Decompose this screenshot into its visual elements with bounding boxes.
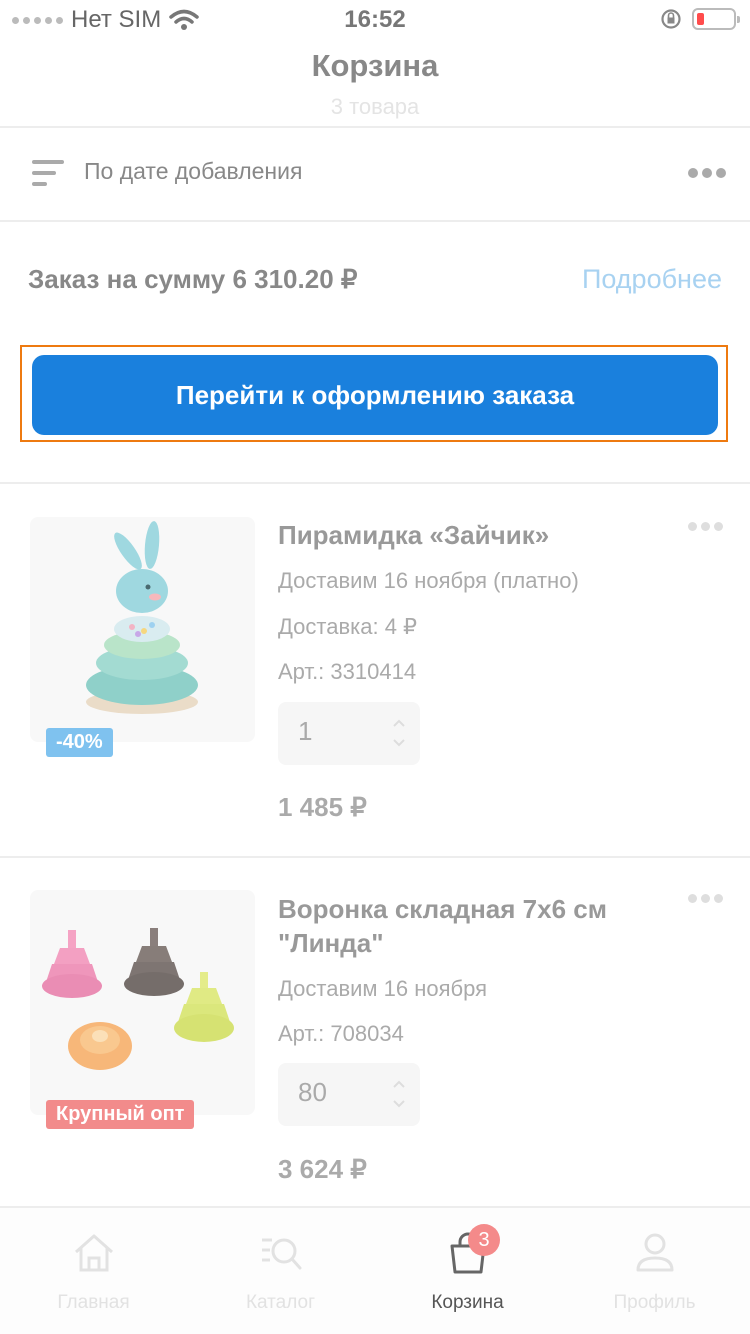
sort-divider: [0, 220, 750, 222]
discount-badge: -40%: [46, 728, 113, 757]
page-title: Корзина: [311, 48, 439, 83]
tab-home[interactable]: Главная: [0, 1208, 187, 1334]
item-more-icon[interactable]: [688, 522, 723, 531]
tab-bar: Главная Каталог 3 Корзина Профиль: [0, 1206, 750, 1334]
sort-icon: [32, 160, 66, 186]
tab-profile[interactable]: Профиль: [561, 1208, 748, 1334]
product-image[interactable]: [30, 890, 255, 1115]
chevron-down-icon[interactable]: [392, 736, 406, 750]
checkout-button[interactable]: Перейти к оформлению заказа: [32, 355, 718, 435]
cart-item: -40% Пирамидка «Зайчик» Доставим 16 нояб…: [0, 484, 750, 856]
funnels-image: [42, 928, 234, 1070]
profile-icon: [636, 1233, 674, 1272]
details-link[interactable]: Подробнее: [582, 264, 722, 295]
quantity-value: 80: [298, 1077, 327, 1107]
bunny-pyramid-image: [86, 521, 198, 714]
quantity-value: 1: [298, 716, 313, 746]
status-right: [660, 8, 740, 30]
sort-label: По дате добавления: [84, 158, 303, 184]
quantity-stepper[interactable]: 80: [278, 1063, 420, 1126]
home-icon: [75, 1234, 113, 1272]
product-title[interactable]: Воронка складная 7х6 см "Линда": [278, 892, 668, 960]
quantity-stepper[interactable]: 1: [278, 702, 420, 765]
tab-catalog[interactable]: Каталог: [187, 1208, 374, 1334]
page-subtitle: 3 товара: [330, 94, 420, 119]
tab-label: Каталог: [245, 1292, 316, 1313]
order-total: Заказ на сумму 6 310.20 ₽: [28, 264, 358, 294]
catalog-search-icon: [262, 1238, 302, 1270]
product-title[interactable]: Пирамидка «Зайчик»: [278, 518, 668, 552]
delivery-date: Доставим 16 ноября: [278, 976, 488, 1001]
product-price: 1 485 ₽: [278, 792, 367, 822]
rotation-lock-icon: [661, 9, 681, 29]
chevron-up-icon[interactable]: [392, 1077, 406, 1091]
tab-cart[interactable]: 3 Корзина: [374, 1208, 561, 1334]
tab-label: Главная: [57, 1292, 130, 1313]
delivery-cost: Доставка: 4 ₽: [278, 614, 418, 639]
more-options-icon[interactable]: [688, 168, 726, 178]
delivery-date: Доставим 16 ноября (платно): [278, 568, 579, 593]
chevron-up-icon[interactable]: [392, 716, 406, 730]
product-price: 3 624 ₽: [278, 1154, 367, 1184]
product-article: Арт.: 708034: [278, 1021, 404, 1046]
cart-item: Крупный опт Воронка складная 7х6 см "Лин…: [0, 858, 750, 1206]
sort-row[interactable]: По дате добавления: [0, 130, 750, 220]
status-time: 16:52: [344, 6, 406, 33]
item-more-icon[interactable]: [688, 894, 723, 903]
wholesale-badge: Крупный опт: [46, 1100, 195, 1129]
header-divider: [0, 126, 750, 128]
product-article: Арт.: 3310414: [278, 659, 417, 684]
battery-icon: [692, 8, 740, 30]
cart-count-badge: 3: [468, 1224, 500, 1256]
chevron-down-icon[interactable]: [392, 1097, 406, 1111]
status-bar: Нет SIM 16:52: [0, 0, 750, 40]
tab-label: Корзина: [431, 1292, 504, 1313]
product-image[interactable]: [30, 517, 255, 742]
tab-label: Профиль: [613, 1292, 696, 1313]
